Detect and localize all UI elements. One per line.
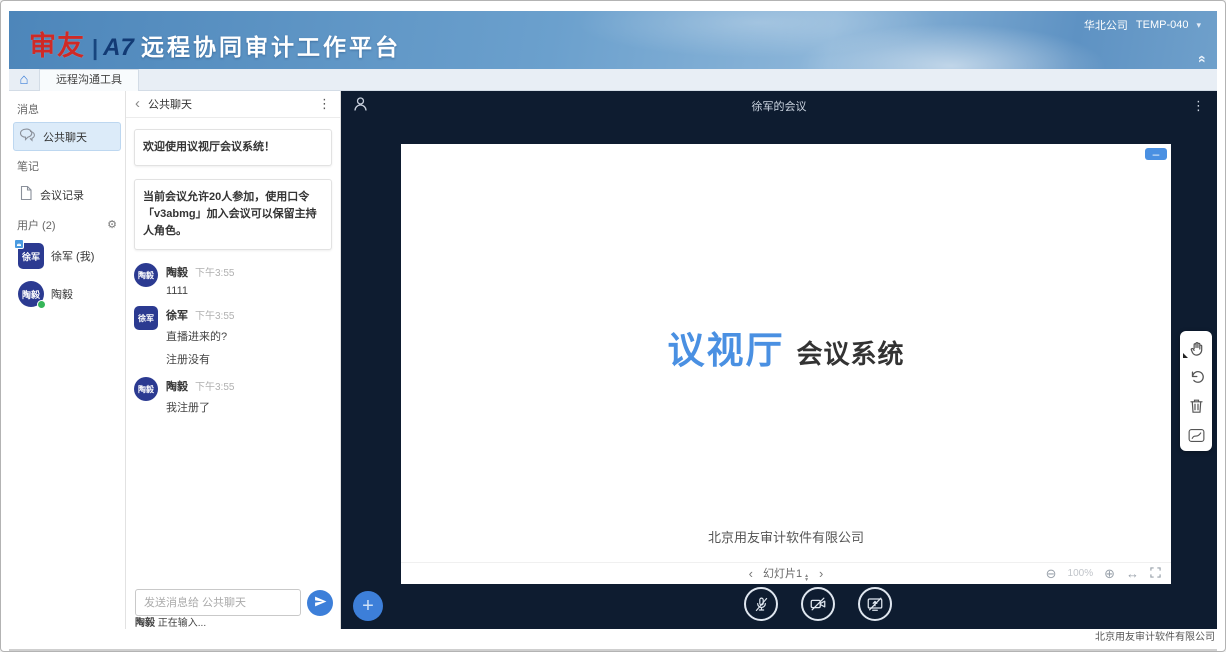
user-name: 徐军 (我) [51, 248, 94, 264]
page-footer: 北京用友审计软件有限公司 [9, 629, 1217, 651]
slide-company-name: 北京用友审计软件有限公司 [401, 527, 1171, 546]
chat-message: 陶毅 陶毅下午3:55 1111 [134, 263, 332, 297]
zoom-out-icon[interactable]: ⊖ [1046, 566, 1057, 582]
chat-message: 徐军 徐军下午3:55 直播进来的? [134, 306, 332, 344]
message-time: 下午3:55 [195, 382, 234, 393]
logo-brand: 审友 [29, 24, 85, 63]
online-status-icon [37, 300, 46, 309]
user-row-participant[interactable]: 陶毅 陶毅 [13, 279, 121, 309]
product-brand: 议视厅 [667, 330, 784, 371]
hand-tool-icon[interactable] [1186, 338, 1206, 358]
collapse-header-button[interactable]: « [1195, 55, 1211, 63]
zoom-level: 100% [1068, 568, 1094, 579]
microphone-muted-button[interactable] [744, 587, 778, 621]
fullscreen-icon[interactable] [1150, 566, 1161, 581]
tab-remote-communication[interactable]: 远程沟通工具 [39, 69, 139, 91]
notes-section-label: 笔记 [9, 152, 125, 178]
whiteboard-toolbar [1180, 331, 1212, 451]
slide-heading: 议视厅会议系统 [401, 320, 1171, 374]
sidebar-item-meeting-notes[interactable]: 会议记录 [13, 179, 121, 210]
typing-indicator: 陶毅 正在输入... [135, 614, 206, 629]
undo-icon[interactable] [1186, 367, 1206, 387]
system-message: 欢迎使用议视厅会议系统！ [134, 129, 332, 166]
add-content-button[interactable]: + [353, 591, 383, 621]
tab-bar: ⌂ 远程沟通工具 [9, 69, 1217, 91]
avatar: 陶毅 [134, 377, 158, 401]
message-text: 1111 [166, 285, 234, 297]
presentation-slide: – 议视厅会议系统 北京用友审计软件有限公司 ‹ 幻灯片1▲▼ › ⊖ [401, 144, 1171, 584]
footer-company: 北京用友审计软件有限公司 [1095, 632, 1215, 643]
message-text: 我注册了 [166, 399, 234, 415]
message-author: 徐军 [166, 310, 188, 322]
line-draw-icon[interactable] [1186, 425, 1206, 445]
chat-bubbles-icon [19, 128, 36, 145]
host-badge-icon [14, 239, 24, 249]
avatar: 徐军 [134, 306, 158, 330]
slide-selector[interactable]: 幻灯片1▲▼ [763, 565, 809, 582]
message-text: 注册没有 [166, 351, 332, 367]
home-icon[interactable]: ⌂ [9, 70, 39, 90]
screen-share-off-button[interactable] [858, 587, 892, 621]
app-logo: 审友 | A7 [29, 24, 134, 63]
app-title: 远程协同审计工作平台 [141, 28, 401, 62]
minimize-slide-button[interactable]: – [1145, 148, 1167, 160]
logo-product: A7 [103, 34, 134, 62]
chevron-down-icon: ▾ [1196, 20, 1201, 31]
avatar: 徐军 [18, 243, 44, 269]
meeting-top-bar: 徐军的会议 ⋮ [341, 91, 1217, 121]
main-body: 消息 公共聊天 笔记 会议记录 [9, 91, 1217, 629]
app-window: 审友 | A7 远程协同审计工作平台 华北公司 TEMP-040 ▾ « ⌂ 远… [0, 0, 1226, 652]
avatar: 陶毅 [18, 281, 44, 307]
meeting-title: 徐军的会议 [341, 98, 1217, 114]
next-slide-icon[interactable]: › [819, 566, 823, 581]
avatar: 陶毅 [134, 263, 158, 287]
chat-title: 公共聊天 [148, 96, 192, 112]
fit-width-icon[interactable]: ↔ [1126, 566, 1139, 581]
slide-footer-bar: ‹ 幻灯片1▲▼ › ⊖ 100% ⊕ ↔ [401, 562, 1171, 584]
gear-icon[interactable]: ⚙ [107, 220, 117, 230]
product-brand-suffix: 会议系统 [796, 339, 904, 369]
tool-expand-marker [1183, 353, 1188, 358]
meeting-area: 徐军的会议 ⋮ – 议视厅会议系统 北京用友审计软件有限公司 ‹ 幻灯片1▲▼ … [341, 91, 1217, 629]
sidebar-item-label: 公共聊天 [43, 129, 87, 145]
chat-input-row [135, 589, 333, 616]
users-section-label: 用户 (2) ⚙ [9, 211, 125, 237]
user-name: 陶毅 [51, 286, 73, 302]
paper-plane-icon [314, 595, 327, 611]
camera-off-button[interactable] [801, 587, 835, 621]
app-header: 审友 | A7 远程协同审计工作平台 华北公司 TEMP-040 ▾ « [9, 11, 1217, 69]
message-time: 下午3:55 [195, 311, 234, 322]
call-controls [744, 587, 892, 621]
back-icon[interactable]: ‹ [135, 97, 140, 111]
chat-message-list[interactable]: 欢迎使用议视厅会议系统！ 当前会议允许20人参加，使用口令「v3abmg」加入会… [126, 119, 340, 581]
message-author: 陶毅 [166, 267, 188, 279]
message-author: 陶毅 [166, 381, 188, 393]
zoom-controls: ⊖ 100% ⊕ ↔ [1046, 566, 1171, 582]
org-name: 华北公司 [1084, 17, 1128, 33]
user-row-host[interactable]: 徐军 徐军 (我) [13, 241, 121, 271]
account-name: TEMP-040 [1136, 19, 1189, 31]
chat-panel: ‹ 公共聊天 ⋮ 欢迎使用议视厅会议系统！ 当前会议允许20人参加，使用口令「v… [126, 91, 341, 629]
send-button[interactable] [307, 590, 333, 616]
message-time: 下午3:55 [195, 268, 234, 279]
messages-section-label: 消息 [9, 95, 125, 121]
chat-message: 陶毅 陶毅下午3:55 我注册了 [134, 377, 332, 415]
message-text: 直播进来的? [166, 328, 234, 344]
sidebar-item-label: 会议记录 [40, 187, 84, 203]
chat-message-input[interactable] [135, 589, 301, 616]
meeting-more-icon[interactable]: ⋮ [1192, 98, 1205, 114]
document-icon [19, 185, 33, 204]
account-menu[interactable]: 华北公司 TEMP-040 ▾ [1084, 17, 1201, 33]
trash-icon[interactable] [1186, 396, 1206, 416]
sidebar: 消息 公共聊天 笔记 会议记录 [9, 91, 126, 629]
zoom-in-icon[interactable]: ⊕ [1104, 566, 1115, 582]
chat-header: ‹ 公共聊天 ⋮ [126, 91, 340, 118]
system-message: 当前会议允许20人参加，使用口令「v3abmg」加入会议可以保留主持人角色。 [134, 179, 332, 250]
sidebar-item-public-chat[interactable]: 公共聊天 [13, 122, 121, 151]
slide-spinner-icon[interactable]: ▲▼ [804, 574, 809, 582]
previous-slide-icon[interactable]: ‹ [749, 566, 753, 581]
chat-more-icon[interactable]: ⋮ [318, 96, 331, 112]
logo-separator: | [92, 35, 98, 61]
